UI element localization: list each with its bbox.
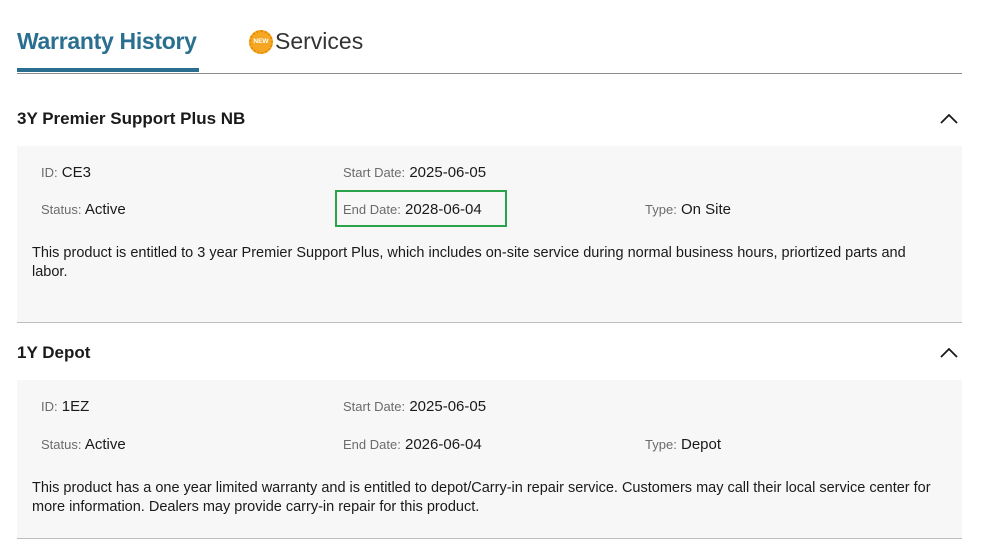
warranty-start-date: Start Date: 2025-06-05 xyxy=(343,164,487,181)
warranty-header-2[interactable]: 1Y Depot xyxy=(17,333,962,373)
warranty-type-value: Depot xyxy=(680,436,722,453)
warranty-type-value: On Site xyxy=(680,201,732,218)
warranty-end-date: End Date: 2028-06-04 xyxy=(343,201,482,218)
active-tab-indicator xyxy=(17,68,199,72)
warranty-end-date: End Date: 2026-06-04 xyxy=(343,436,482,453)
warranty-title: 3Y Premier Support Plus NB xyxy=(17,109,246,128)
warranty-id-value: CE3 xyxy=(61,164,91,181)
tab-warranty-history-label: Warranty History xyxy=(17,28,197,54)
new-badge-icon: NEW xyxy=(249,29,273,54)
warranty-id: ID: CE3 xyxy=(41,164,91,181)
warranty-start-date-value: 2025-06-05 xyxy=(409,398,487,415)
warranty-id: ID: 1EZ xyxy=(41,398,90,415)
warranty-status: Status: Active xyxy=(41,436,126,453)
warranty-status: Status: Active xyxy=(41,201,126,218)
warranty-details-2: ID: 1EZ Start Date: 2025-06-05 Status: A… xyxy=(17,380,962,539)
tab-services-label: Services xyxy=(275,28,364,54)
warranty-type: Type: On Site xyxy=(645,201,732,218)
chevron-up-icon[interactable] xyxy=(938,108,960,130)
chevron-up-icon[interactable] xyxy=(938,342,960,364)
warranty-details-1: ID: CE3 Start Date: 2025-06-05 Status: A… xyxy=(17,146,962,323)
warranty-start-date: Start Date: 2025-06-05 xyxy=(343,398,487,415)
warranty-description: This product has a one year limited warr… xyxy=(32,480,931,515)
warranty-id-value: 1EZ xyxy=(61,398,90,415)
new-badge-label: NEW xyxy=(253,38,269,45)
warranty-description: This product is entitled to 3 year Premi… xyxy=(32,245,906,280)
warranty-end-date-value: 2026-06-04 xyxy=(405,436,482,453)
warranty-end-date-value: 2028-06-04 xyxy=(405,201,482,218)
tab-services[interactable]: NEW Services xyxy=(249,28,363,55)
warranty-status-value: Active xyxy=(84,436,126,453)
tab-warranty-history[interactable]: Warranty History xyxy=(17,28,197,55)
tab-bar: Warranty History NEW Services xyxy=(17,0,962,74)
warranty-status-value: Active xyxy=(84,201,126,218)
warranty-start-date-value: 2025-06-05 xyxy=(409,164,487,181)
warranty-title: 1Y Depot xyxy=(17,343,91,362)
warranty-header-1[interactable]: 3Y Premier Support Plus NB xyxy=(17,99,962,139)
warranty-type: Type: Depot xyxy=(645,436,722,453)
